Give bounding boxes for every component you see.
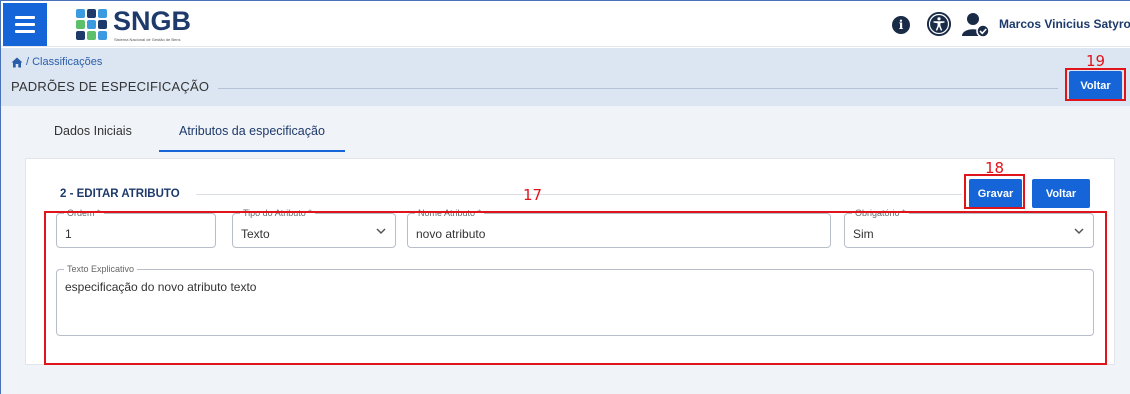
tab-atributos-especificacao[interactable]: Atributos da especificação bbox=[159, 116, 345, 152]
home-icon[interactable] bbox=[11, 57, 23, 68]
logo-text: SNGB bbox=[113, 6, 192, 36]
user-name[interactable]: Marcos Vinicius Satyro C... bbox=[999, 17, 1130, 31]
sngb-logo-mark bbox=[76, 9, 107, 40]
section-divider bbox=[196, 194, 962, 195]
accessibility-icon[interactable] bbox=[927, 12, 951, 36]
annotation-box-18 bbox=[964, 174, 1025, 209]
menu-button[interactable] bbox=[3, 3, 47, 46]
page-header: / Classificações PADRÕES DE ESPECIFICAÇÃ… bbox=[1, 48, 1130, 106]
info-icon[interactable]: i bbox=[892, 16, 910, 34]
breadcrumb-link[interactable]: / Classificações bbox=[26, 56, 102, 68]
annotation-number-17: 17 bbox=[523, 186, 543, 204]
user-check-icon[interactable] bbox=[962, 12, 990, 38]
menu-icon-bar bbox=[15, 30, 35, 33]
menu-icon-bar bbox=[15, 16, 35, 19]
voltar-button[interactable]: Voltar bbox=[1032, 179, 1090, 208]
breadcrumb: / Classificações bbox=[11, 56, 102, 68]
page-title: PADRÕES DE ESPECIFICAÇÃO bbox=[11, 79, 210, 94]
annotation-box-19 bbox=[1065, 68, 1126, 101]
tab-bar: Dados Iniciais Atributos da especificaçã… bbox=[37, 116, 345, 156]
logo[interactable]: SNGB Sistema Nacional de Gestão de Bens bbox=[75, 6, 193, 44]
annotation-number-18: 18 bbox=[985, 159, 1005, 177]
annotation-box-17 bbox=[44, 211, 1107, 365]
tab-dados-iniciais[interactable]: Dados Iniciais bbox=[37, 116, 159, 152]
app-window: SNGB Sistema Nacional de Gestão de Bens … bbox=[0, 0, 1130, 394]
top-bar: SNGB Sistema Nacional de Gestão de Bens … bbox=[1, 1, 1130, 47]
section-title: 2 - EDITAR ATRIBUTO bbox=[60, 188, 180, 200]
menu-icon-bar bbox=[15, 23, 35, 26]
title-divider bbox=[218, 88, 1058, 89]
logo-tagline: Sistema Nacional de Gestão de Bens bbox=[114, 37, 181, 42]
annotation-number-19: 19 bbox=[1086, 52, 1106, 70]
